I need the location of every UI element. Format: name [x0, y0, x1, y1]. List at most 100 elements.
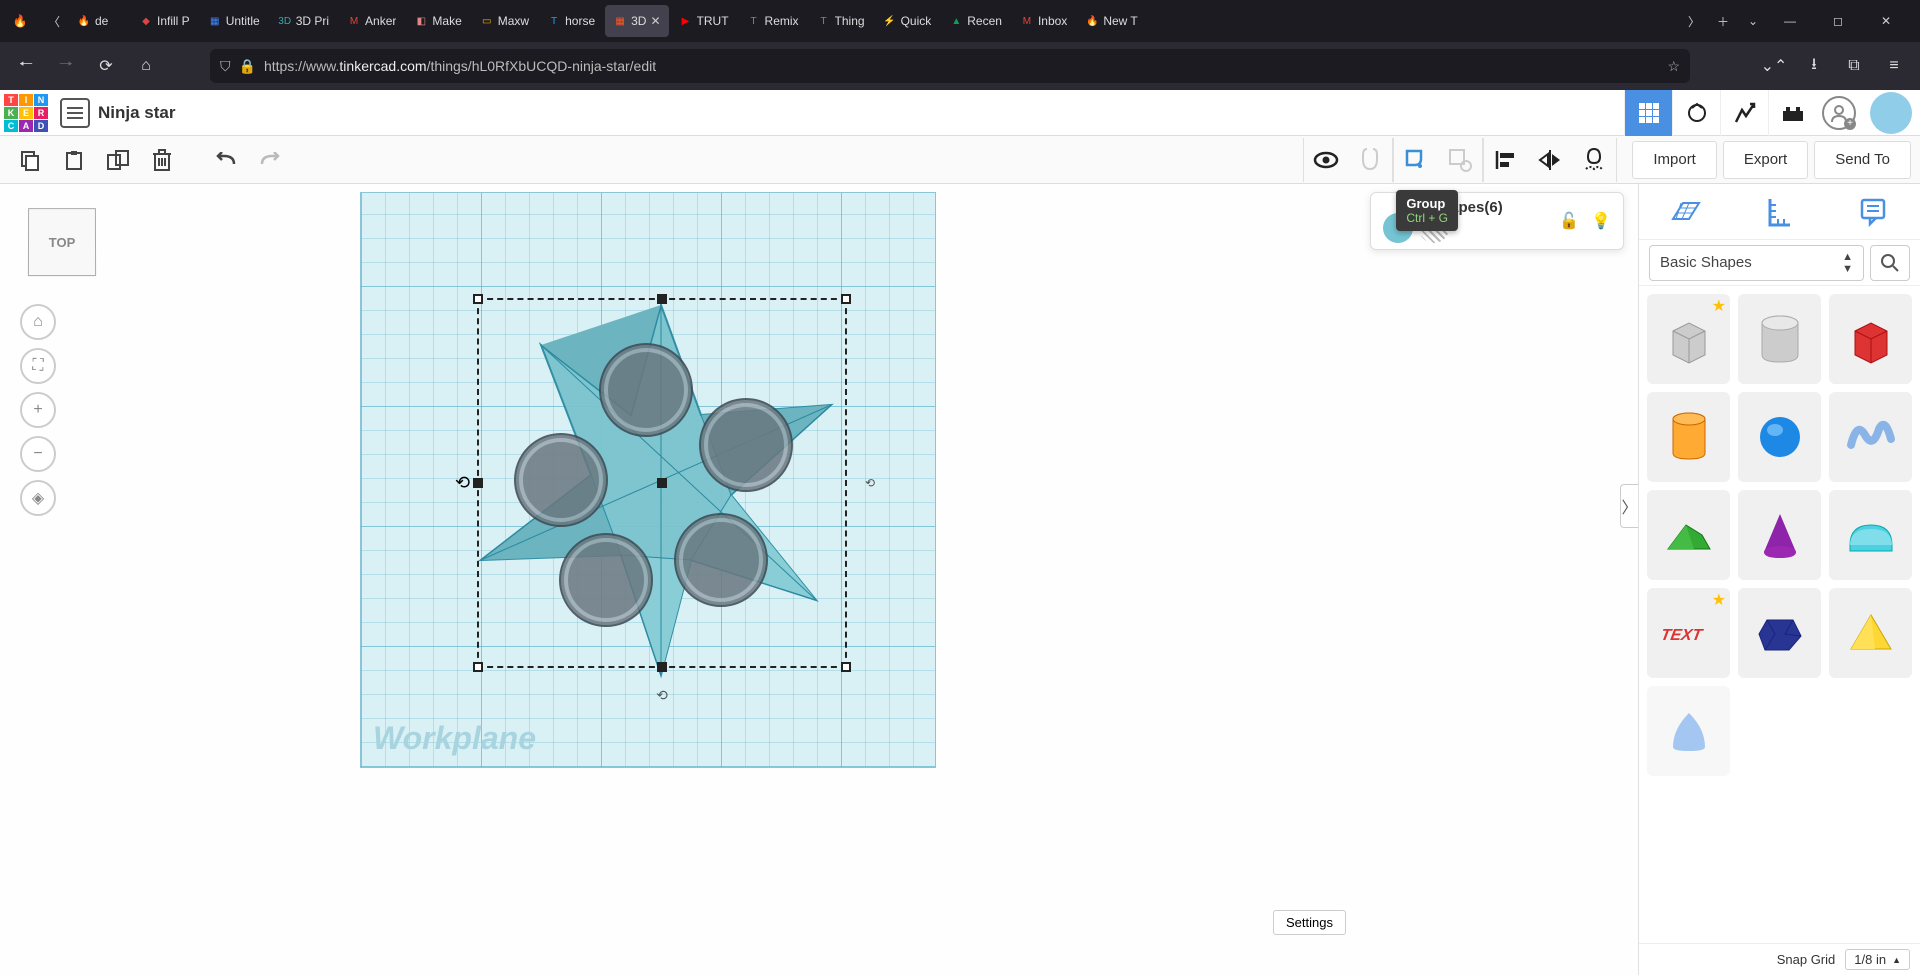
selection-handle[interactable] — [841, 662, 851, 672]
pocket-icon[interactable]: ⌄⌃ — [1758, 50, 1790, 82]
selection-box[interactable]: ⟲ ⟲ ⟲ — [477, 298, 847, 668]
tab-scroll-left[interactable]: 〈 — [40, 7, 68, 35]
selection-handle[interactable] — [473, 478, 483, 488]
browser-tab[interactable]: ◧Make — [406, 5, 469, 37]
rotate-handle[interactable]: ⟲ — [656, 687, 668, 704]
minecraft-export-button[interactable] — [1720, 90, 1768, 136]
snap-grid-select[interactable]: 1/8 in▲ — [1845, 949, 1910, 970]
shape-box[interactable]: ★ — [1647, 294, 1730, 384]
duplicate-button[interactable] — [96, 138, 140, 182]
selection-handle[interactable] — [657, 662, 667, 672]
collapse-sidebar-tab[interactable]: 〉 — [1620, 484, 1638, 528]
shape-box-red[interactable] — [1829, 294, 1912, 384]
bricks-view-button[interactable] — [1624, 90, 1672, 136]
selection-handle[interactable] — [841, 294, 851, 304]
shape-hexagon[interactable] — [1738, 588, 1821, 678]
browser-tab[interactable]: ◆Infill P — [131, 5, 198, 37]
shape-paraboloid[interactable] — [1647, 686, 1730, 776]
tab-scroll-right[interactable]: 〉 — [1680, 7, 1708, 35]
workplane-tool-button[interactable] — [1664, 190, 1708, 234]
zoom-in-button[interactable]: + — [20, 392, 56, 428]
fit-view-button[interactable]: ⛶ — [20, 348, 56, 384]
selection-handle[interactable] — [473, 294, 483, 304]
shape-scribble[interactable] — [1829, 392, 1912, 482]
lock-icon[interactable]: 🔓 — [1559, 211, 1579, 231]
browser-tab[interactable]: 3D3D Pri — [270, 5, 337, 37]
cruise-button[interactable] — [1572, 138, 1616, 182]
paste-button[interactable] — [52, 138, 96, 182]
align-button[interactable] — [1484, 138, 1528, 182]
settings-button[interactable]: Settings — [1273, 910, 1346, 935]
redo-button[interactable] — [248, 138, 292, 182]
import-button[interactable]: Import — [1632, 141, 1717, 179]
rotate-handle[interactable]: ⟲ — [865, 476, 875, 490]
browser-tab[interactable]: 🔥New T — [1077, 5, 1145, 37]
design-list-button[interactable] — [60, 98, 90, 128]
notes-tool-button[interactable] — [1851, 190, 1895, 234]
mirror-button[interactable] — [1528, 138, 1572, 182]
ortho-view-button[interactable]: ◈ — [20, 480, 56, 516]
browser-tab[interactable]: Thorse — [539, 5, 603, 37]
undo-button[interactable] — [204, 138, 248, 182]
browser-tab[interactable]: ▦Untitle — [200, 5, 268, 37]
workplane-grid[interactable]: ⟲ ⟲ ⟲ Workplane — [360, 192, 936, 768]
rotate-handle[interactable]: ⟲ — [455, 473, 470, 494]
browser-tab[interactable]: TThing — [809, 5, 873, 37]
browser-tab[interactable]: TRemix — [739, 5, 807, 37]
shape-search-button[interactable] — [1870, 245, 1910, 281]
ruler-tool-button[interactable] — [1757, 190, 1801, 234]
lego-export-button[interactable] — [1768, 90, 1816, 136]
browser-tab[interactable]: 🔥de — [69, 5, 129, 37]
toggle-visibility-button[interactable] — [1348, 138, 1392, 182]
shape-half-cylinder[interactable] — [1829, 490, 1912, 580]
window-minimize[interactable]: ― — [1768, 6, 1812, 36]
selection-handle[interactable] — [473, 662, 483, 672]
view-cube[interactable]: TOP — [28, 208, 96, 276]
group-button[interactable] — [1394, 138, 1438, 182]
home-view-button[interactable]: ⌂ — [20, 304, 56, 340]
delete-button[interactable] — [140, 138, 184, 182]
shape-cone[interactable] — [1738, 490, 1821, 580]
export-button[interactable]: Export — [1723, 141, 1808, 179]
browser-tab[interactable]: ▲Recen — [941, 5, 1010, 37]
window-close[interactable]: ✕ — [1864, 6, 1908, 36]
nav-home[interactable]: ⌂ — [130, 50, 162, 82]
blocks-editor-button[interactable] — [1672, 90, 1720, 136]
app-menu-icon[interactable]: ≡ — [1878, 50, 1910, 82]
selection-handle[interactable] — [657, 478, 667, 488]
window-maximize[interactable]: ◻ — [1816, 6, 1860, 36]
shape-cylinder-hole[interactable] — [1738, 294, 1821, 384]
address-bar[interactable]: ⛉ 🔒 https://www.tinkercad.com/things/hL0… — [210, 49, 1690, 83]
browser-tab[interactable]: MAnker — [339, 5, 404, 37]
lightbulb-icon[interactable]: 💡 — [1591, 211, 1611, 231]
project-title[interactable]: Ninja star — [98, 103, 175, 123]
ungroup-button[interactable] — [1438, 138, 1482, 182]
shape-text[interactable]: ★TEXT — [1647, 588, 1730, 678]
canvas-3d-view[interactable]: TOP ⌂ ⛶ + − ◈ — [0, 184, 1638, 975]
shape-sphere[interactable] — [1738, 392, 1821, 482]
browser-tab[interactable]: ▦3D✕ — [605, 5, 668, 37]
sendto-button[interactable]: Send To — [1814, 141, 1911, 179]
downloads-icon[interactable]: ⭳ — [1798, 50, 1830, 82]
nav-reload[interactable]: ⟳ — [90, 50, 122, 82]
shape-pyramid[interactable] — [1829, 588, 1912, 678]
selection-handle[interactable] — [657, 294, 667, 304]
browser-tab[interactable]: ▭Maxw — [472, 5, 537, 37]
user-avatar[interactable] — [1870, 92, 1912, 134]
shape-roof[interactable] — [1647, 490, 1730, 580]
show-all-button[interactable] — [1304, 138, 1348, 182]
extensions-icon[interactable]: ⧉ — [1838, 50, 1870, 82]
bookmark-star-icon[interactable]: ☆ — [1667, 58, 1680, 75]
browser-tab[interactable]: MInbox — [1012, 5, 1075, 37]
browser-tab[interactable]: ⚡Quick — [875, 5, 940, 37]
tab-close-icon[interactable]: ✕ — [650, 14, 660, 28]
nav-back[interactable]: 🠐 — [10, 50, 42, 82]
browser-tab[interactable]: ▶TRUT — [671, 5, 737, 37]
shape-cylinder[interactable] — [1647, 392, 1730, 482]
new-tab-button[interactable]: ＋ — [1708, 6, 1738, 36]
zoom-out-button[interactable]: − — [20, 436, 56, 472]
tinkercad-logo[interactable]: TIN KER CAD — [0, 90, 52, 136]
tab-list-dropdown[interactable]: ⌄ — [1738, 6, 1768, 36]
copy-button[interactable] — [8, 138, 52, 182]
invite-user-button[interactable]: + — [1822, 96, 1856, 130]
